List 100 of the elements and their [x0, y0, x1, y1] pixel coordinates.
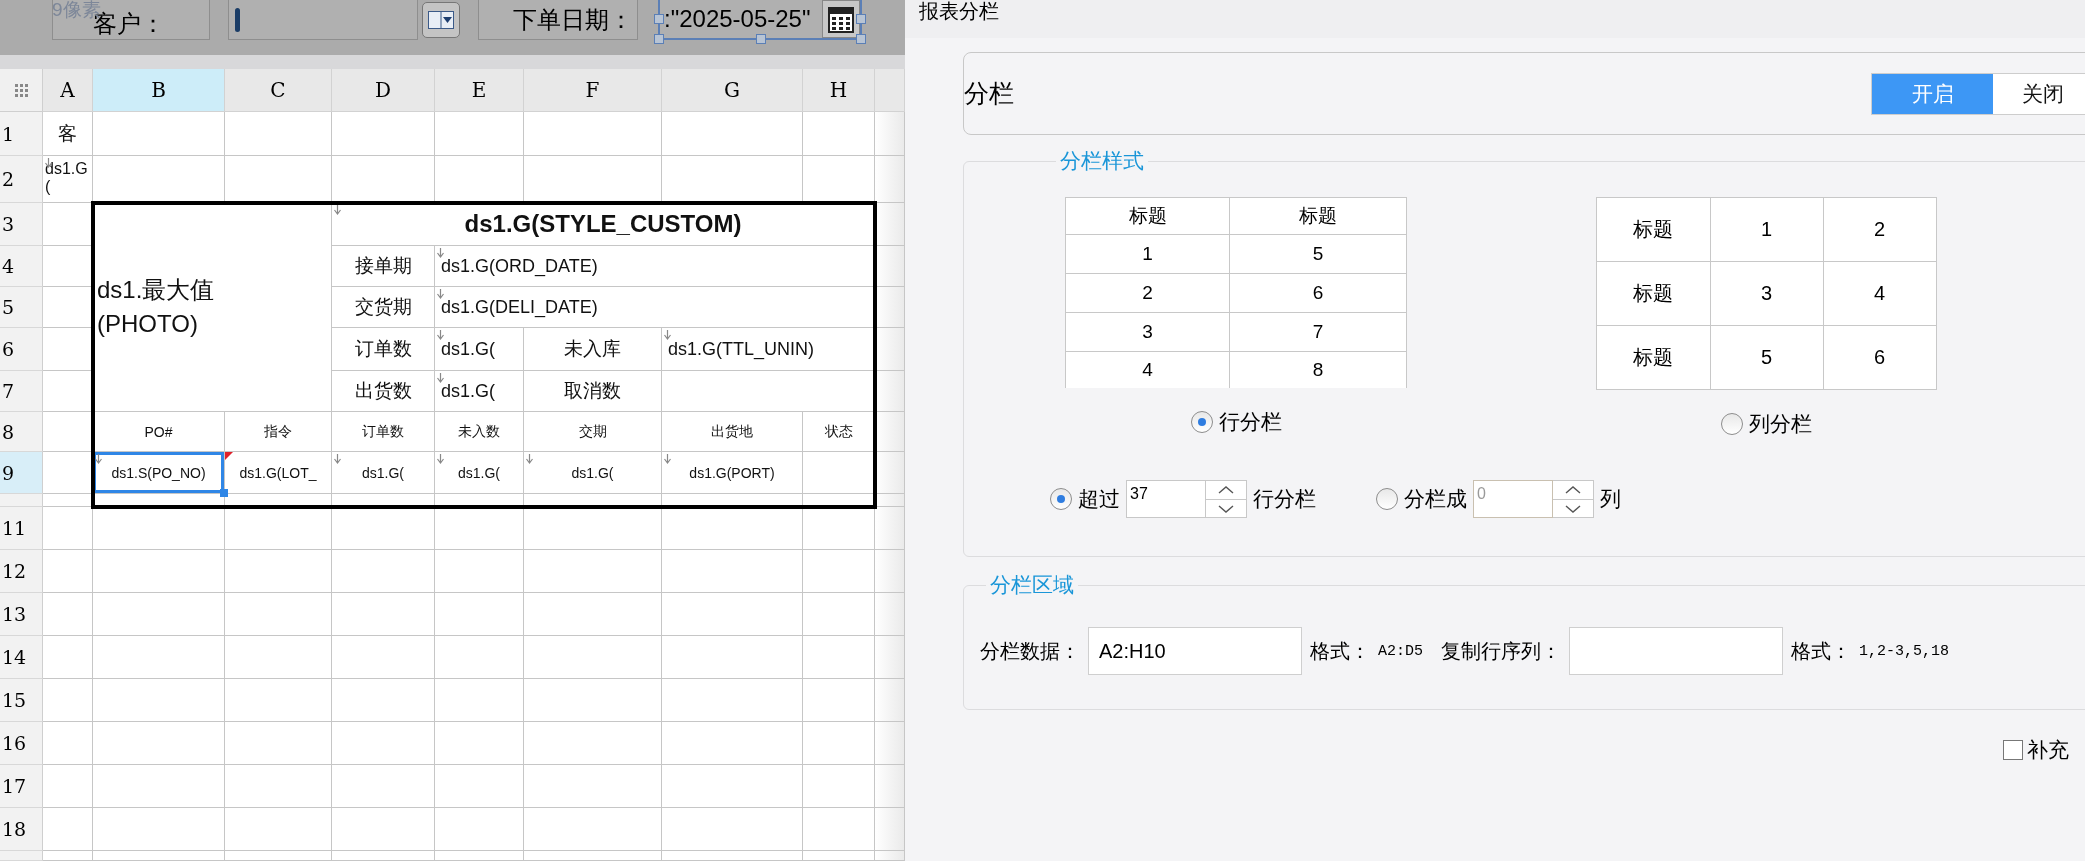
table-cell[interactable]: ds1.G( [332, 452, 435, 494]
table-cell[interactable] [875, 112, 905, 156]
table-cell[interactable]: 未入数 [435, 412, 524, 452]
row-number[interactable]: 5 [0, 287, 43, 328]
table-cell[interactable] [43, 808, 93, 851]
table-cell[interactable] [332, 851, 435, 861]
table-cell[interactable] [662, 679, 803, 722]
table-cell[interactable]: ds1.S(PO_NO) [93, 452, 225, 494]
table-cell[interactable] [875, 246, 905, 287]
table-cell[interactable] [875, 550, 905, 593]
table-cell[interactable] [803, 112, 875, 156]
table-cell[interactable] [875, 328, 905, 371]
table-cell[interactable] [524, 808, 662, 851]
dropdown-button[interactable] [422, 2, 460, 38]
table-cell[interactable] [43, 550, 93, 593]
column-header[interactable]: G [662, 69, 803, 112]
table-cell[interactable]: 客 [43, 112, 93, 156]
table-cell[interactable] [524, 722, 662, 765]
checkbox[interactable] [2003, 740, 2023, 760]
row-number[interactable]: 2 [0, 156, 43, 203]
row-number[interactable]: 4 [0, 246, 43, 287]
table-cell[interactable]: ds1.G(DELI_DATE) [435, 287, 875, 328]
customer-field[interactable] [228, 0, 418, 40]
row-number[interactable]: 18 [0, 808, 43, 851]
table-cell[interactable] [93, 550, 225, 593]
range-field[interactable]: A2:H10 [1088, 627, 1302, 675]
table-cell[interactable] [524, 851, 662, 861]
column-header[interactable]: E [435, 69, 524, 112]
row-number[interactable]: 13 [0, 593, 43, 636]
row-number[interactable]: 9 [0, 452, 43, 494]
table-cell[interactable] [524, 593, 662, 636]
table-cell[interactable] [435, 851, 524, 861]
table-cell[interactable] [332, 593, 435, 636]
table-cell[interactable] [662, 722, 803, 765]
table-cell[interactable] [803, 550, 875, 593]
column-header[interactable]: D [332, 69, 435, 112]
radio-button[interactable] [1720, 413, 1743, 435]
row-number[interactable]: 11 [0, 507, 43, 550]
resize-handle[interactable] [756, 34, 766, 44]
spin-up-button[interactable] [1206, 481, 1246, 499]
table-cell[interactable] [803, 636, 875, 679]
table-cell[interactable] [332, 636, 435, 679]
table-cell[interactable] [875, 371, 905, 412]
fill-handle[interactable] [220, 489, 228, 497]
table-cell[interactable] [875, 851, 905, 861]
table-cell[interactable] [93, 722, 225, 765]
table-cell[interactable] [93, 679, 225, 722]
table-cell[interactable] [93, 765, 225, 808]
table-cell[interactable] [524, 550, 662, 593]
row-number[interactable]: 6 [0, 328, 43, 371]
row-number[interactable]: 16 [0, 722, 43, 765]
table-cell[interactable] [93, 593, 225, 636]
radio-button[interactable] [1050, 488, 1072, 510]
table-cell[interactable] [524, 112, 662, 156]
table-cell[interactable] [875, 203, 905, 246]
radio-button[interactable] [1190, 411, 1213, 433]
column-header[interactable]: B [93, 69, 225, 112]
table-cell[interactable]: ds1.G( [435, 452, 524, 494]
table-cell[interactable] [524, 507, 662, 550]
table-cell[interactable] [662, 507, 803, 550]
table-cell[interactable] [93, 507, 225, 550]
row-number[interactable]: 3 [0, 203, 43, 246]
column-header[interactable]: C [225, 69, 332, 112]
toggle-option[interactable]: 关闭 [1993, 73, 2085, 114]
table-cell[interactable] [332, 112, 435, 156]
table-cell[interactable] [435, 808, 524, 851]
table-cell[interactable] [875, 679, 905, 722]
table-cell[interactable] [803, 722, 875, 765]
table-cell[interactable] [662, 550, 803, 593]
table-cell[interactable] [43, 636, 93, 679]
row-number[interactable]: 8 [0, 412, 43, 452]
number-field[interactable]: 37 [1126, 480, 1206, 518]
table-cell[interactable] [332, 765, 435, 808]
table-cell[interactable] [332, 722, 435, 765]
table-cell[interactable] [225, 679, 332, 722]
table-cell[interactable]: 订单数 [332, 328, 435, 371]
table-cell[interactable] [662, 112, 803, 156]
table-cell[interactable] [875, 507, 905, 550]
table-cell[interactable]: ds1.G(PORT) [662, 452, 803, 494]
table-cell[interactable] [875, 494, 905, 507]
table-cell[interactable]: 出货地 [662, 412, 803, 452]
table-cell[interactable]: ds1.G(STYLE_CUSTOM) [332, 203, 875, 246]
spin-down-button[interactable] [1553, 499, 1593, 517]
table-cell[interactable] [875, 765, 905, 808]
table-cell[interactable] [875, 287, 905, 328]
table-cell[interactable] [435, 112, 524, 156]
table-cell[interactable]: 订单数 [332, 412, 435, 452]
table-cell[interactable] [225, 593, 332, 636]
table-cell[interactable] [435, 722, 524, 765]
table-cell[interactable] [225, 507, 332, 550]
spin-up-button[interactable] [1553, 481, 1593, 499]
table-cell[interactable] [93, 808, 225, 851]
column-header[interactable]: F [524, 69, 662, 112]
column-header[interactable]: A [43, 69, 93, 112]
table-cell[interactable] [524, 765, 662, 808]
rows-field[interactable] [1569, 627, 1783, 675]
table-cell[interactable]: ds1.G(TTL_UNIN) [662, 328, 875, 371]
table-cell[interactable] [803, 679, 875, 722]
table-cell[interactable] [435, 636, 524, 679]
table-cell[interactable] [225, 851, 332, 861]
